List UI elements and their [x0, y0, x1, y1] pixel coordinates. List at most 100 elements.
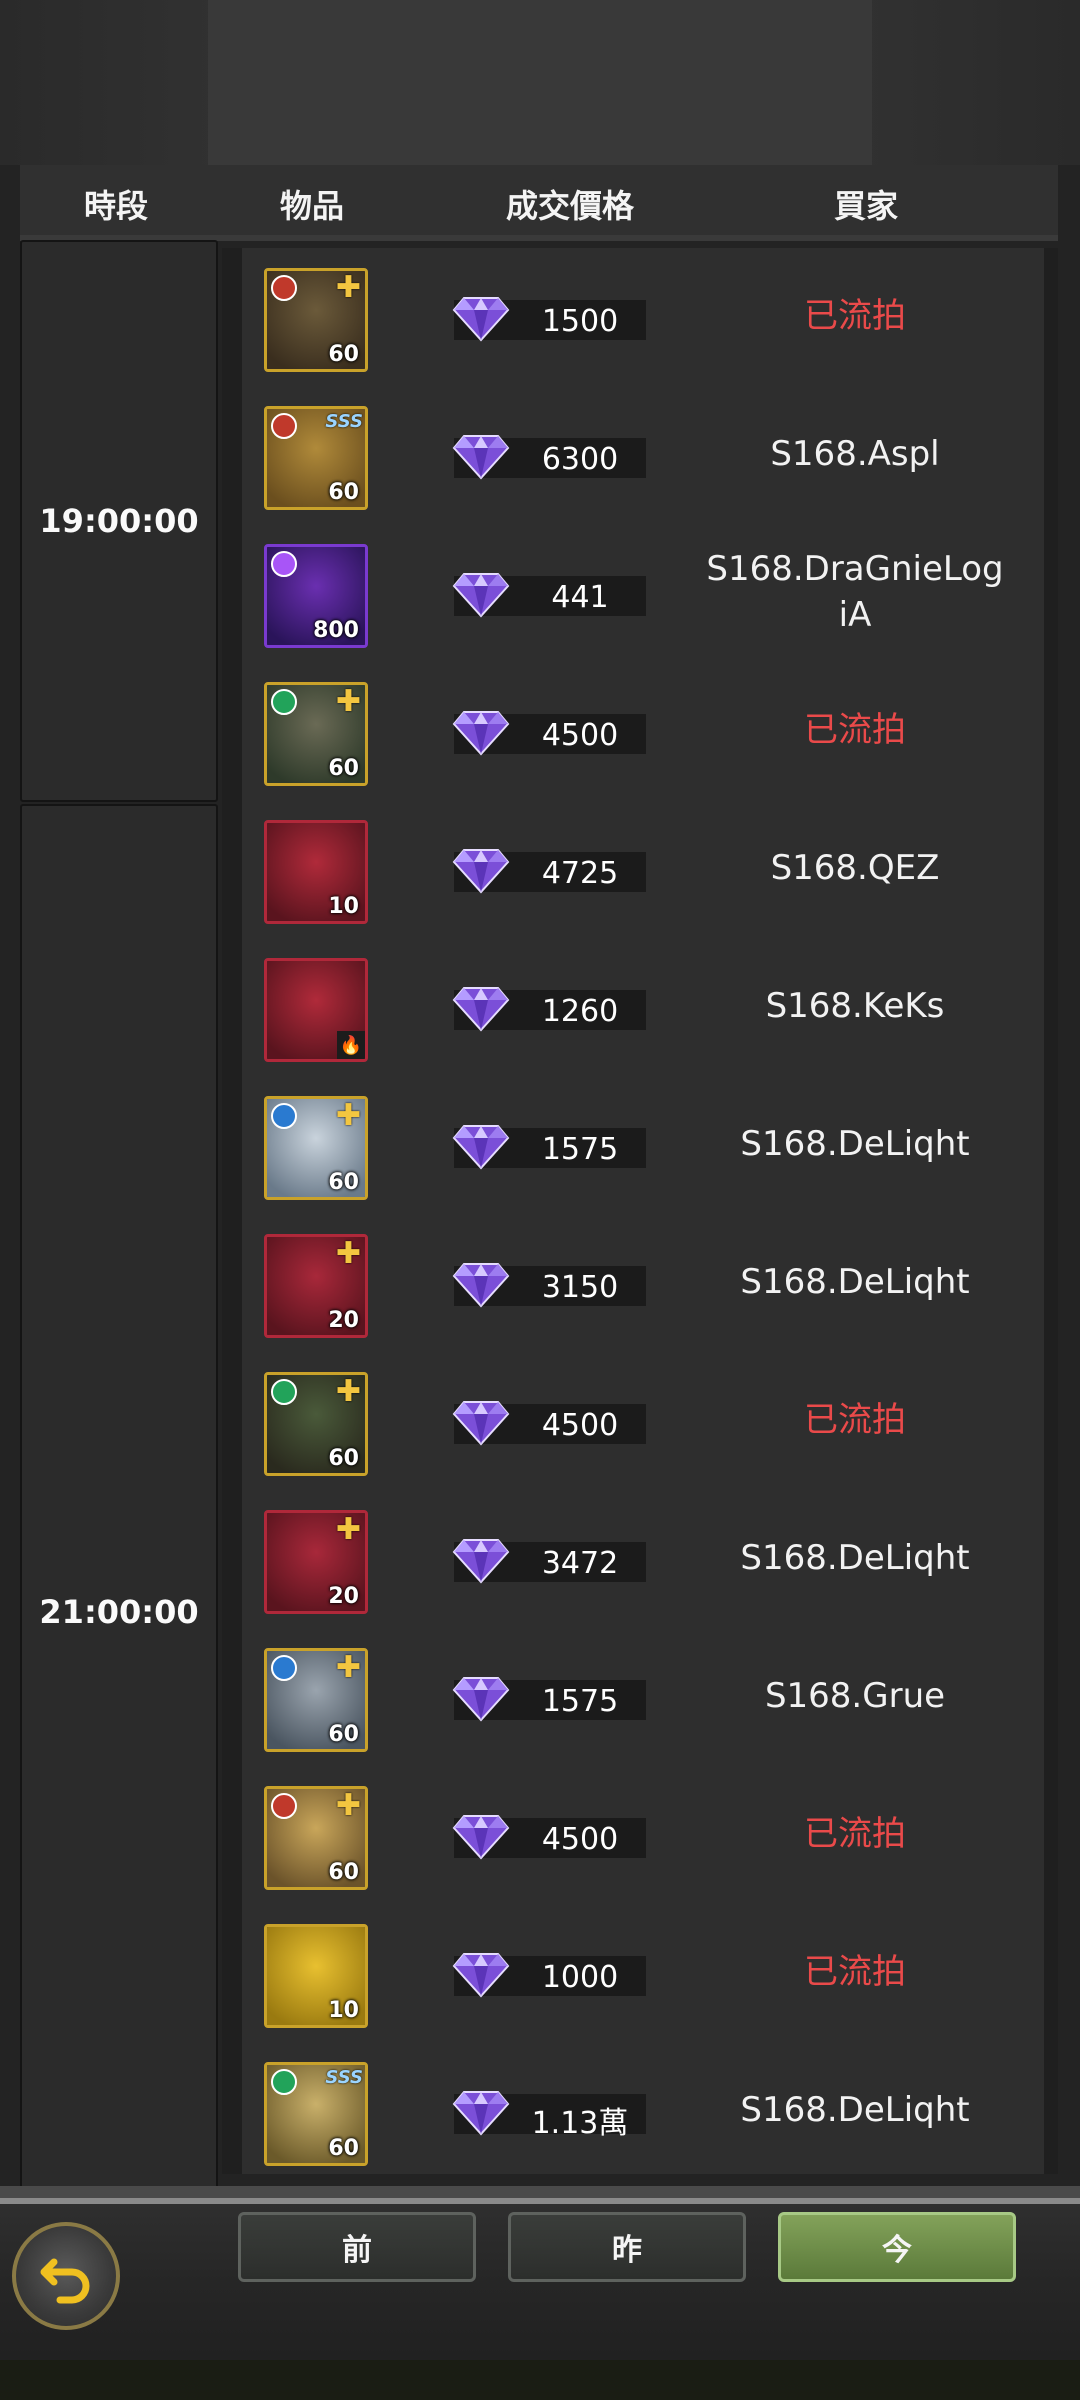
table-row: ✚ 60 1575 S168.DeLiqht [222, 1076, 1058, 1214]
price-value: 1575 [541, 1684, 619, 1719]
time-slot-2: 21:00:00 [20, 804, 218, 2400]
item-level: 60 [328, 1860, 359, 1885]
hero-blonde-warrior-icon[interactable]: SSS 60 [264, 2062, 368, 2166]
item-level: 10 [328, 894, 359, 919]
element-badge-icon [271, 1379, 297, 1405]
upgrade-plus-icon: ✚ [335, 1650, 361, 1685]
header-buyer: 買家 [833, 187, 899, 225]
upgrade-plus-icon: ✚ [335, 1512, 361, 1547]
price-value: 3472 [541, 1546, 619, 1581]
price-value: 3150 [541, 1270, 619, 1305]
item-level: 60 [328, 342, 359, 367]
table-row: SSS 60 1.13萬 S168.DeLiqht [222, 2042, 1058, 2180]
upgrade-plus-icon: ✚ [335, 1788, 361, 1823]
table-row: 10 4725 S168.QEZ [222, 800, 1058, 938]
hero-monkey-king-icon[interactable]: SSS 60 [264, 406, 368, 510]
time-slot-label: 19:00:00 [39, 502, 199, 540]
item-level: 10 [328, 1998, 359, 2023]
price-value: 1575 [541, 1132, 619, 1167]
sss-rank-icon: SSS [325, 2067, 363, 2088]
price-value: 441 [551, 580, 609, 615]
diamond-gem-icon [452, 711, 510, 756]
item-level: 60 [328, 756, 359, 781]
gold-emblem-icon[interactable]: 10 [264, 1924, 368, 2028]
top-backdrop [0, 0, 1080, 165]
element-badge-icon [271, 551, 297, 577]
buyer-name: S168.QEZ [770, 848, 940, 889]
price-value: 1000 [541, 1960, 619, 1995]
element-badge-icon [271, 1793, 297, 1819]
diamond-gem-icon [452, 1815, 510, 1860]
element-badge-icon [271, 1103, 297, 1129]
price-value: 1500 [541, 304, 619, 339]
hero-orc-warrior-icon[interactable]: ✚ 60 [264, 268, 368, 372]
element-badge-icon [271, 275, 297, 301]
diamond-gem-icon [452, 1263, 510, 1308]
diamond-gem-icon [452, 2091, 510, 2136]
upgrade-plus-icon: ✚ [335, 1374, 361, 1409]
buyer-name: S168.DeLiqht [740, 1262, 970, 1303]
table-row: ✚ 60 1575 S168.Grue [222, 1628, 1058, 1766]
tab-yesterday[interactable]: 昨 [508, 2212, 746, 2282]
element-badge-icon [271, 413, 297, 439]
hero-golden-priestess-icon[interactable]: ✚ 60 [264, 1786, 368, 1890]
element-badge-icon [271, 689, 297, 715]
upgrade-plus-icon: ✚ [335, 684, 361, 719]
header-item: 物品 [279, 187, 345, 225]
price-value: 1.13萬 [531, 2106, 629, 2141]
price-value: 4500 [541, 718, 619, 753]
diamond-gem-icon [452, 1125, 510, 1170]
item-level: 20 [328, 1308, 359, 1333]
buyer-name: S168.Grue [764, 1676, 946, 1717]
time-slot-1: 19:00:00 [20, 240, 218, 802]
table-row: ✚ 20 3472 S168.DeLiqht [222, 1490, 1058, 1628]
diamond-gem-icon [452, 987, 510, 1032]
element-badge-icon [271, 2069, 297, 2095]
hero-white-wolf-icon[interactable]: ✚ 60 [264, 1096, 368, 1200]
table-row: 10 1000 已流拍 [222, 1904, 1058, 2042]
table-row: ✚ 60 4500 已流拍 [222, 662, 1058, 800]
item-level: 20 [328, 1584, 359, 1609]
buyer-name: S168.DeLiqht [740, 1124, 970, 1165]
unsold-status: 已流拍 [804, 1814, 906, 1855]
gold-ring-icon[interactable]: ✚ 20 [264, 1510, 368, 1614]
diamond-gem-icon [452, 435, 510, 480]
item-level: 60 [328, 480, 359, 505]
tab-previous[interactable]: 前 [238, 2212, 476, 2282]
item-level: 60 [328, 2136, 359, 2161]
buyer-name: S168.DeLiqht [740, 2090, 970, 2131]
table-row: SSS 60 6300 S168.Aspl [222, 386, 1058, 524]
unsold-status: 已流拍 [804, 1952, 906, 1993]
bottom-decoration [0, 2360, 1080, 2400]
diamond-gem-icon [452, 1401, 510, 1446]
table-row: 800 441 S168.DraGnieLogiA [222, 524, 1058, 662]
upgrade-plus-icon: ✚ [335, 1098, 361, 1133]
hero-hooded-ranger-icon[interactable]: ✚ 60 [264, 1372, 368, 1476]
table-row: ✚ 60 1500 已流拍 [222, 248, 1058, 386]
gold-ring-icon[interactable]: ✚ 20 [264, 1234, 368, 1338]
upgrade-plus-icon: ✚ [335, 1236, 361, 1271]
buyer-name: S168.Aspl [770, 434, 940, 475]
table-row: ✚ 60 4500 已流拍 [222, 1766, 1058, 1904]
back-button[interactable] [12, 2222, 120, 2330]
ruby-amulet-icon[interactable]: 10 [264, 820, 368, 924]
table-row: ✚ 60 4500 已流拍 [222, 1352, 1058, 1490]
undo-arrow-icon [40, 2258, 90, 2304]
hero-elf-mage-icon[interactable]: ✚ 60 [264, 682, 368, 786]
tab-today[interactable]: 今 [778, 2212, 1016, 2282]
purple-rune-stone-icon[interactable]: 800 [264, 544, 368, 648]
price-value: 6300 [541, 442, 619, 477]
diamond-gem-icon [452, 1539, 510, 1584]
unsold-status: 已流拍 [804, 710, 906, 751]
unsold-status: 已流拍 [804, 296, 906, 337]
item-level: 800 [313, 618, 359, 643]
item-level: 60 [328, 1722, 359, 1747]
element-badge-icon [271, 1655, 297, 1681]
hero-masked-assassin-icon[interactable]: ✚ 60 [264, 1648, 368, 1752]
item-level: 60 [328, 1170, 359, 1195]
table-header: 時段 物品 成交價格 買家 [20, 165, 1058, 235]
diamond-gem-icon [452, 573, 510, 618]
price-value: 4725 [541, 856, 619, 891]
header-price: 成交價格 [505, 187, 635, 225]
red-sash-icon[interactable]: 🔥 [264, 958, 368, 1062]
